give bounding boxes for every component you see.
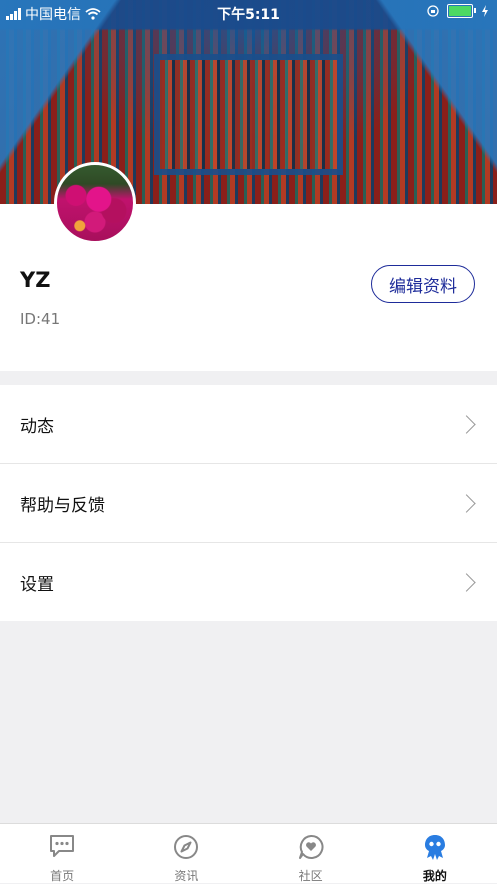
tab-community[interactable]: 社区 bbox=[249, 824, 373, 883]
user-id: ID:41 bbox=[20, 310, 61, 328]
avatar[interactable] bbox=[54, 162, 136, 244]
settings-menu: 动态 帮助与反馈 设置 bbox=[0, 385, 497, 621]
chevron-right-icon bbox=[457, 414, 476, 434]
compass-icon bbox=[174, 835, 199, 859]
tab-home[interactable]: 首页 bbox=[0, 824, 124, 883]
charging-icon bbox=[482, 5, 488, 17]
battery-icon bbox=[447, 4, 476, 18]
bottom-tab-bar: 首页 资讯 社区 我的 bbox=[0, 823, 497, 883]
tab-label: 资讯 bbox=[174, 869, 199, 883]
tab-label: 社区 bbox=[298, 869, 323, 883]
tab-label: 我的 bbox=[422, 869, 447, 883]
tab-mine[interactable]: 我的 bbox=[373, 824, 497, 883]
chevron-right-icon bbox=[457, 572, 476, 592]
chevron-right-icon bbox=[457, 493, 476, 513]
menu-item-label: 设置 bbox=[20, 574, 54, 595]
status-time: 下午5:11 bbox=[217, 7, 280, 23]
menu-item-label: 动态 bbox=[20, 416, 54, 437]
tab-news[interactable]: 资讯 bbox=[124, 824, 248, 883]
status-right bbox=[427, 4, 489, 18]
edit-profile-button[interactable]: 编辑资料 bbox=[371, 265, 475, 303]
menu-item-settings[interactable]: 设置 bbox=[0, 543, 497, 621]
status-bar: 中国电信 下午5:11 bbox=[0, 0, 497, 26]
menu-item-help-feedback[interactable]: 帮助与反馈 bbox=[0, 464, 497, 543]
menu-item-activity[interactable]: 动态 bbox=[0, 385, 497, 464]
menu-item-label: 帮助与反馈 bbox=[20, 495, 105, 516]
chat-heart-icon bbox=[298, 834, 324, 859]
username: YZ bbox=[20, 268, 51, 292]
profile-icon bbox=[424, 835, 445, 860]
message-icon bbox=[50, 835, 75, 857]
orientation-lock-icon bbox=[427, 5, 439, 17]
tab-label: 首页 bbox=[50, 869, 75, 883]
